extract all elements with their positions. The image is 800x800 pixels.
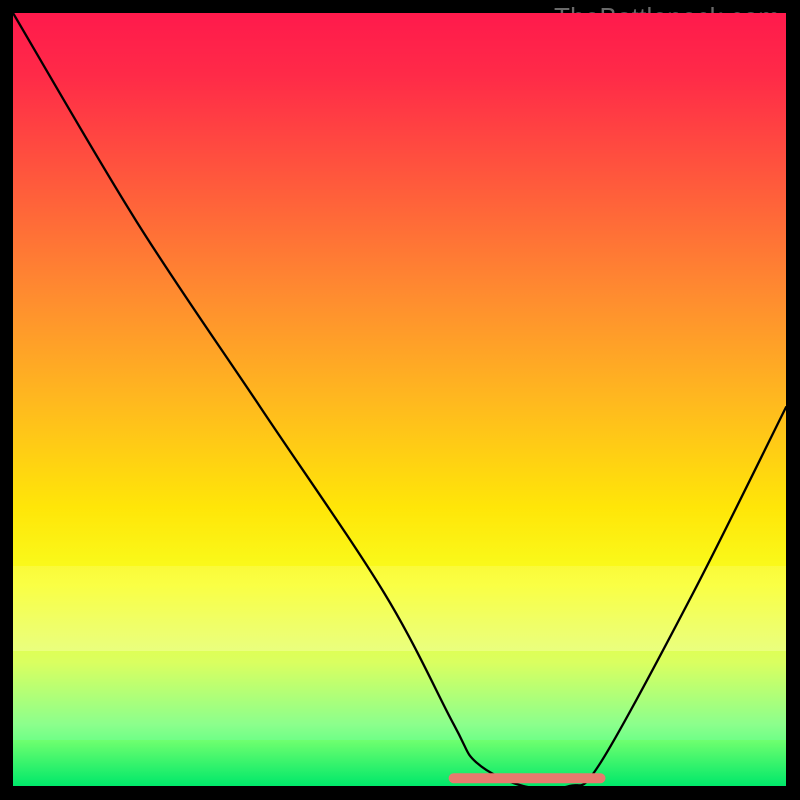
chart-frame: [13, 13, 786, 786]
chart-curve: [13, 13, 786, 786]
chart-svg: [13, 13, 786, 786]
